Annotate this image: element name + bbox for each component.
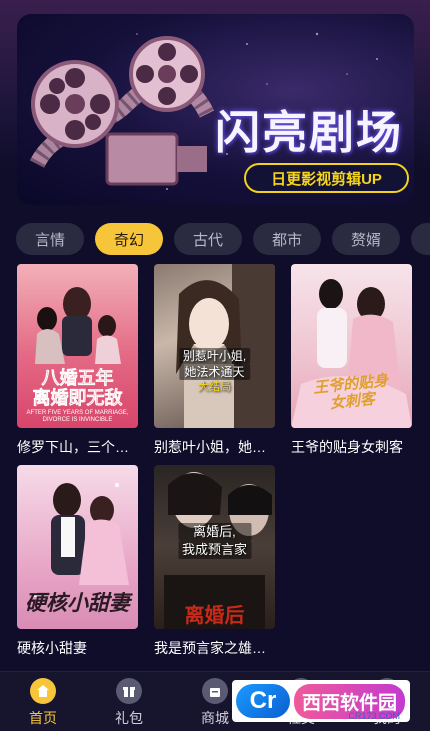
drama-card[interactable]: 离婚后, 我成预言家 离婚后 我是预言家之雄…	[154, 465, 275, 658]
drama-card[interactable]: 王爷的贴身 女刺客 王爷的贴身女刺客	[291, 264, 412, 457]
drama-title[interactable]: 我是预言家之雄…	[154, 638, 275, 658]
nav-home[interactable]: 首页	[13, 678, 73, 728]
shop-icon	[202, 678, 228, 704]
home-icon	[30, 678, 56, 704]
drama-poster[interactable]: 别惹叶小姐, 她法术通天 大结局	[154, 264, 275, 428]
tab-urban[interactable]: 都市	[253, 223, 321, 255]
poster-caption: 别惹叶小姐, 她法术通天	[178, 348, 251, 380]
tab-romance[interactable]: 言情	[16, 223, 84, 255]
drama-poster[interactable]: 八婚五年 离婚即无敌 AFTER FIVE YEARS OF MARRIAGE,…	[17, 264, 138, 428]
promo-banner[interactable]: 闪亮剧场 日更影视剪辑UP	[17, 14, 414, 205]
drama-card[interactable]: 硬核小甜妻 硬核小甜妻	[17, 465, 138, 658]
poster-title-art: 离婚后	[184, 605, 245, 627]
drama-poster[interactable]: 王爷的贴身 女刺客	[291, 264, 412, 428]
poster-caption: 离婚后, 我成预言家	[177, 523, 252, 559]
banner-subtitle: 日更影视剪辑UP	[244, 163, 409, 193]
drama-title[interactable]: 修罗下山，三个…	[17, 437, 138, 457]
drama-title[interactable]: 王爷的贴身女刺客	[291, 437, 412, 457]
site-watermark: Cr 西西软件园 CR173.COM	[232, 680, 410, 722]
tab-more[interactable]	[411, 223, 430, 255]
gift-icon	[116, 678, 142, 704]
nav-label: 礼包	[115, 710, 143, 726]
category-tabs: 言情 奇幻 古代 都市 赘婿	[16, 223, 430, 255]
poster-art	[176, 264, 275, 428]
drama-title[interactable]: 别惹叶小姐，她…	[154, 437, 275, 457]
reel-right	[129, 36, 205, 112]
drama-card[interactable]: 八婚五年 离婚即无敌 AFTER FIVE YEARS OF MARRIAGE,…	[17, 264, 138, 457]
drama-card[interactable]: 别惹叶小姐, 她法术通天 大结局 别惹叶小姐，她…	[154, 264, 275, 457]
tab-ancient[interactable]: 古代	[174, 223, 242, 255]
poster-caption: AFTER FIVE YEARS OF MARRIAGE, DIVORCE IS…	[26, 410, 129, 423]
drama-title[interactable]: 硬核小甜妻	[17, 638, 138, 658]
tab-fantasy[interactable]: 奇幻	[95, 223, 163, 255]
watermark-logo: Cr	[236, 684, 290, 718]
poster-title-art: 八婚五年 离婚即无敌	[32, 368, 123, 409]
tab-son-in-law[interactable]: 赘婿	[332, 223, 400, 255]
drama-poster[interactable]: 离婚后, 我成预言家 离婚后	[154, 465, 275, 629]
watermark-url: CR173.COM	[348, 711, 400, 721]
drama-poster[interactable]: 硬核小甜妻	[17, 465, 138, 629]
poster-title-art: 硬核小甜妻	[25, 592, 130, 615]
nav-gift[interactable]: 礼包	[99, 678, 159, 728]
reel-left	[31, 60, 119, 148]
banner-title: 闪亮剧场	[215, 107, 404, 158]
poster-badge: 大结局	[198, 381, 231, 393]
nav-label: 首页	[29, 710, 57, 726]
